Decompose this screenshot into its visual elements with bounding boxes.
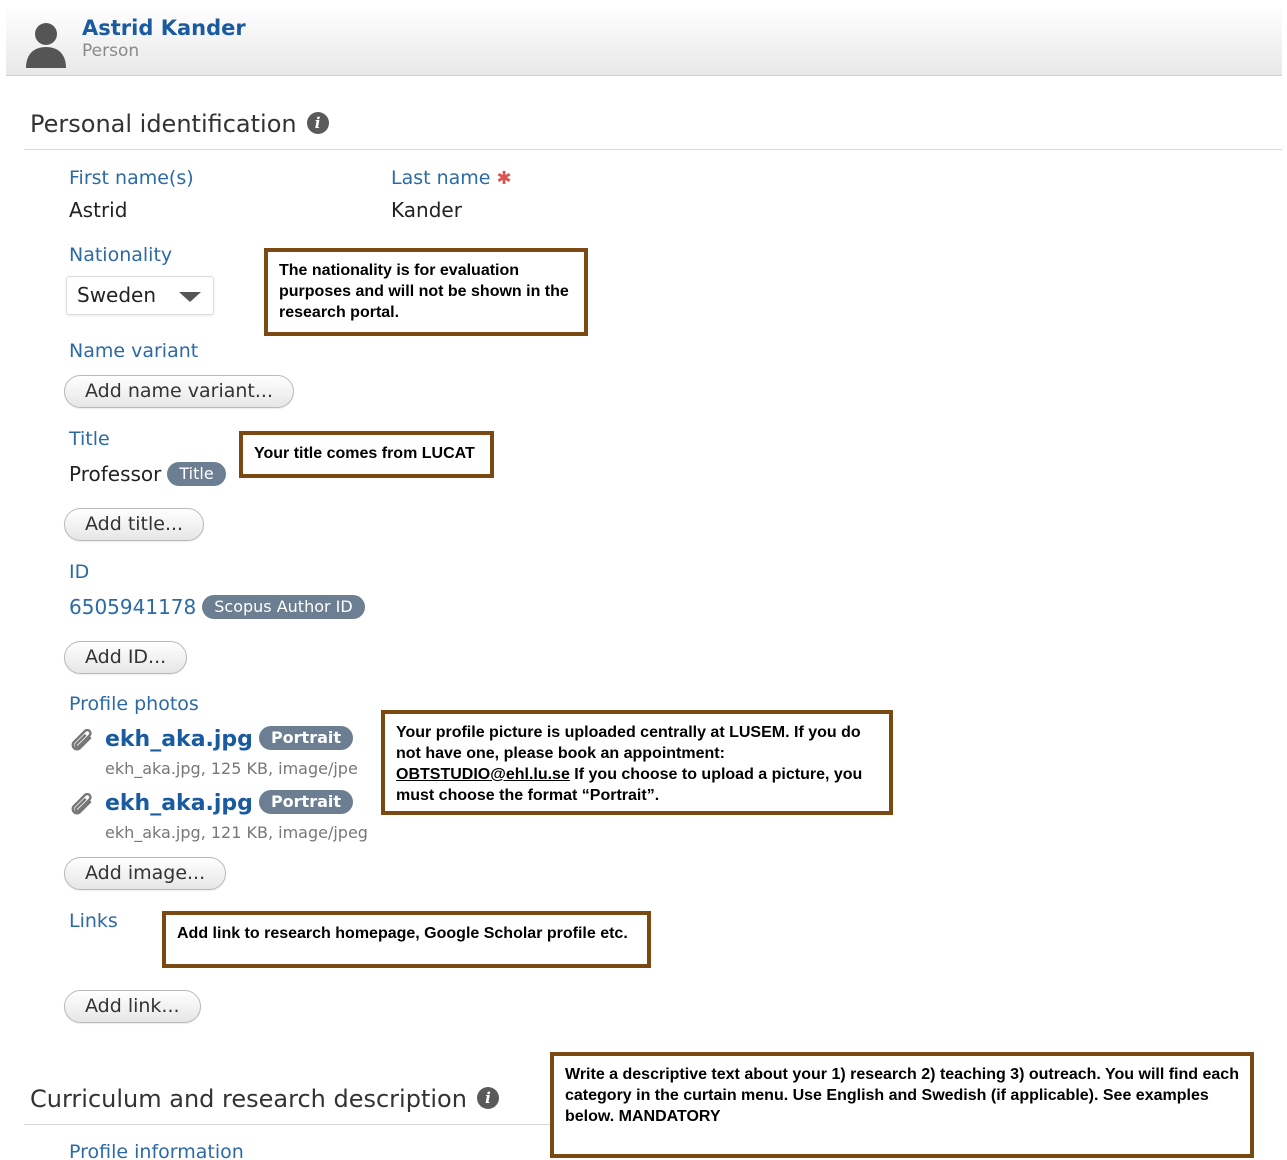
title-row: Professor Title (69, 461, 226, 488)
person-icon (26, 23, 66, 68)
person-header: Astrid Kander Person (6, 6, 1282, 76)
person-type: Person (82, 41, 140, 61)
photo-file-meta: ekh_aka.jpg, 125 KB, image/jpe (105, 759, 358, 778)
profile-information-label: Profile information (69, 1141, 244, 1160)
title-value: Professor (69, 462, 162, 486)
curriculum-note: Write a descriptive text about your 1) r… (550, 1052, 1254, 1158)
photo-file-row: ekh_aka.jpg Portrait (105, 726, 354, 752)
paperclip-icon (71, 793, 92, 815)
section-title-personal-identification: Personal identification i (30, 110, 329, 138)
person-name[interactable]: Astrid Kander (82, 16, 246, 40)
last-name-value: Kander (391, 198, 462, 222)
profile-photo-note: Your profile picture is uploaded central… (381, 710, 893, 815)
id-type-badge: Scopus Author ID (202, 594, 365, 619)
nationality-selected-value: Sweden (77, 283, 157, 307)
section-divider (24, 1124, 550, 1125)
portrait-badge: Portrait (258, 726, 354, 750)
add-id-button[interactable]: Add ID... (64, 641, 188, 674)
add-name-variant-button[interactable]: Add name variant... (64, 375, 294, 408)
nationality-label: Nationality (69, 244, 173, 266)
add-title-button[interactable]: Add title... (64, 508, 205, 541)
paperclip-icon (71, 729, 92, 751)
links-label: Links (69, 910, 118, 932)
photo-item: ekh_aka.jpg Portrait ekh_aka.jpg, 125 KB,… (70, 726, 390, 783)
required-asterisk-icon: ✱ (496, 168, 512, 189)
nationality-select[interactable]: Sweden (66, 276, 214, 315)
photo-item: ekh_aka.jpg Portrait ekh_aka.jpg, 121 KB,… (70, 790, 390, 847)
photo-file-link[interactable]: ekh_aka.jpg (105, 727, 253, 752)
nationality-note: The nationality is for evaluation purpos… (264, 248, 588, 336)
info-icon[interactable]: i (476, 1087, 499, 1109)
add-link-button[interactable]: Add link... (64, 990, 201, 1023)
id-label: ID (69, 561, 90, 583)
info-icon[interactable]: i (306, 112, 329, 134)
title-badge: Title (167, 461, 226, 486)
name-variant-label: Name variant (69, 340, 199, 362)
section-divider (24, 149, 1282, 150)
links-note: Add link to research homepage, Google Sc… (162, 911, 651, 968)
last-name-label: Last name ✱ (391, 167, 512, 189)
add-image-button[interactable]: Add image... (64, 857, 227, 890)
title-label: Title (69, 428, 110, 450)
photo-file-meta: ekh_aka.jpg, 121 KB, image/jpeg (105, 823, 368, 842)
title-note: Your title comes from LUCAT (239, 431, 494, 478)
chevron-down-icon (179, 292, 201, 302)
portrait-badge: Portrait (258, 790, 354, 814)
section-title-curriculum: Curriculum and research description i (30, 1085, 499, 1113)
first-name-value: Astrid (69, 198, 128, 222)
id-row: 6505941178 Scopus Author ID (69, 594, 365, 621)
first-name-label: First name(s) (69, 167, 194, 189)
photo-file-link[interactable]: ekh_aka.jpg (105, 791, 253, 816)
profile-photos-label: Profile photos (69, 693, 199, 715)
id-value-link[interactable]: 6505941178 (69, 595, 196, 619)
photo-file-row: ekh_aka.jpg Portrait (105, 790, 354, 816)
studio-email-link[interactable]: OBTSTUDIO@ehl.lu.se (396, 766, 570, 783)
